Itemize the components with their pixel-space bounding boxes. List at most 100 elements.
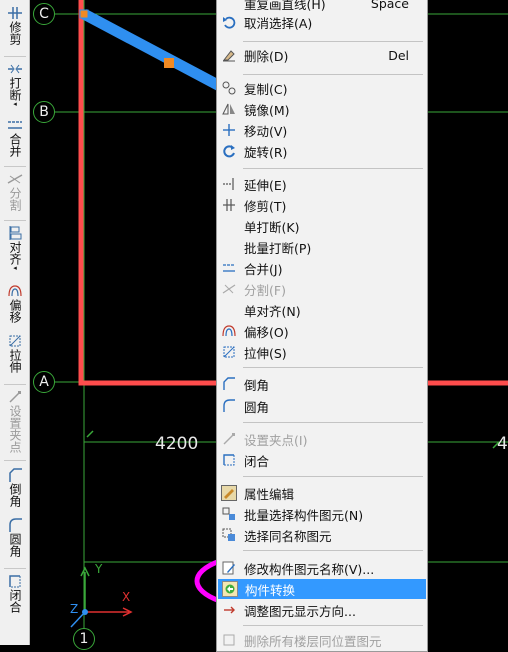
menu-item-offset[interactable]: 偏移(O) — [217, 321, 427, 341]
toolbar-separator — [4, 384, 26, 385]
menu-item-delete[interactable]: 删除(D) Del — [217, 45, 427, 65]
fillet-icon — [9, 518, 22, 532]
trim-icon — [8, 7, 22, 19]
menu-item-rotate[interactable]: 旋转(R) — [217, 141, 427, 161]
stretch-icon — [9, 335, 21, 347]
menu-item-extend[interactable]: 延伸(E) — [217, 174, 427, 194]
menu-item-label: 取消选择(A) — [244, 15, 313, 31]
menu-item-label: 构件转换 — [245, 582, 296, 598]
split-icon — [7, 174, 23, 184]
dimension-text-right: 4 — [497, 434, 508, 454]
menu-item-rename-element[interactable]: 修改构件图元名称(V)... — [217, 558, 427, 578]
toolbar-label: 对齐 — [8, 241, 22, 265]
batch-select-icon — [221, 506, 237, 522]
toolbar-separator — [4, 460, 26, 461]
menu-item-property-edit[interactable]: 属性编辑 — [217, 483, 427, 503]
chamfer-icon — [9, 468, 22, 482]
menu-item-copy[interactable]: 复制(C) — [217, 78, 427, 98]
menu-item-label: 属性编辑 — [244, 486, 295, 502]
menu-item-cancel-selection[interactable]: 取消选择(A) — [217, 12, 427, 32]
delete-all-floors-icon — [221, 632, 237, 648]
merge-icon — [8, 121, 22, 129]
toolbar-split-button[interactable]: 分割 — [0, 172, 30, 211]
menu-item-single-align[interactable]: 单对齐(N) — [217, 300, 427, 320]
menu-separator — [243, 74, 423, 75]
ucs-z-label: Z — [70, 602, 79, 616]
menu-item-adjust-direction[interactable]: 调整图元显示方向... — [217, 600, 427, 620]
selected-beam[interactable] — [81, 9, 234, 97]
close-shape-icon — [9, 575, 21, 588]
menu-item-label: 倒角 — [244, 377, 270, 393]
blank-icon — [221, 218, 237, 234]
toolbar-break-button[interactable]: 打断 ◂ — [0, 62, 30, 108]
menu-item-chamfer[interactable]: 倒角 — [217, 374, 427, 394]
merge-icon — [221, 260, 237, 276]
blank-icon — [221, 302, 237, 318]
menu-item-component-convert[interactable]: 构件转换 — [218, 579, 426, 599]
ucs-x-label: X — [122, 590, 131, 604]
menu-item-batch-break[interactable]: 批量打断(P) — [217, 237, 427, 257]
toolbar-separator — [4, 568, 26, 569]
move-icon — [221, 122, 237, 138]
menu-item-label: 拉伸(S) — [244, 345, 287, 361]
toolbar-merge-button[interactable]: 合并 — [0, 118, 30, 157]
ucs-y-label: Y — [95, 562, 103, 576]
copy-icon — [221, 80, 237, 96]
toolbar-fillet-button[interactable]: 圆角 — [0, 518, 30, 557]
menu-separator — [243, 625, 423, 626]
menu-item-select-same-name[interactable]: 选择同名称图元 — [217, 525, 427, 545]
menu-item-split[interactable]: 分割(F) — [217, 279, 427, 299]
menu-separator — [243, 476, 423, 477]
toolbar-separator — [4, 166, 26, 167]
close-shape-icon — [221, 452, 237, 468]
menu-separator — [243, 168, 423, 169]
menu-item-merge[interactable]: 合并(J) — [217, 258, 427, 278]
beam-grip[interactable] — [164, 58, 174, 68]
toolbar-label: 偏移 — [8, 299, 22, 323]
toolbar-stretch-button[interactable]: 拉伸 — [0, 334, 30, 373]
menu-item-label: 删除所有楼层同位置图元 — [244, 633, 382, 649]
toolbar-label: 合并 — [8, 133, 22, 157]
trim-icon — [221, 197, 237, 213]
menu-item-label: 旋转(R) — [244, 144, 288, 160]
menu-item-fillet[interactable]: 圆角 — [217, 396, 427, 416]
toolbar-separator — [4, 220, 26, 221]
component-convert-icon — [222, 581, 238, 597]
menu-item-trim[interactable]: 修剪(T) — [217, 195, 427, 215]
toolbar-offset-button[interactable]: 偏移 — [0, 284, 30, 323]
toolbar-align-button[interactable]: 对齐 ◂ — [0, 226, 30, 272]
menu-item-set-grip[interactable]: 设置夹点(I) — [217, 429, 427, 449]
select-same-name-icon — [221, 527, 237, 543]
beam-end-grip[interactable] — [79, 9, 89, 19]
menu-item-move[interactable]: 移动(V) — [217, 120, 427, 140]
toolbar-close-shape-button[interactable]: 闭合 — [0, 574, 30, 613]
blank-icon — [221, 0, 237, 11]
rotate-icon — [221, 143, 237, 159]
menu-item-shortcut: Space — [370, 0, 409, 11]
menu-item-label: 单对齐(N) — [244, 303, 301, 319]
menu-item-label: 镜像(M) — [244, 102, 290, 118]
modify-toolbar: 修剪 打断 ◂ 合并 分割 对齐 ◂ 偏移 拉伸 设置夹点 倒角 圆角 闭合 — [0, 0, 30, 645]
toolbar-trim-button[interactable]: 修剪 — [0, 6, 30, 45]
menu-item-close-shape[interactable]: 闭合 — [217, 450, 427, 470]
chamfer-icon — [221, 376, 237, 392]
menu-item-mirror[interactable]: 镜像(M) — [217, 99, 427, 119]
menu-item-batch-select[interactable]: 批量选择构件图元(N) — [217, 504, 427, 524]
mirror-icon — [221, 101, 237, 117]
toolbar-label: 倒角 — [8, 483, 22, 507]
toolbar-chamfer-button[interactable]: 倒角 — [0, 468, 30, 507]
toolbar-label: 打断 — [8, 77, 22, 101]
menu-item-stretch[interactable]: 拉伸(S) — [217, 342, 427, 362]
menu-item-label: 调整图元显示方向... — [244, 603, 356, 619]
toolbar-label: 设置夹点 — [8, 405, 22, 453]
menu-item-single-break[interactable]: 单打断(K) — [217, 216, 427, 236]
context-menu: 重复画直线(H) Space 取消选择(A) 删除(D) Del 复制(C) 镜… — [216, 0, 428, 652]
menu-item-label: 重复画直线(H) — [244, 0, 326, 12]
menu-item-delete-all-floors[interactable]: 删除所有楼层同位置图元 — [217, 630, 427, 650]
extend-icon — [221, 176, 237, 192]
menu-item-label: 批量选择构件图元(N) — [244, 507, 364, 523]
toolbar-set-grip-button[interactable]: 设置夹点 — [0, 390, 30, 453]
eraser-icon — [221, 47, 237, 63]
menu-item-label: 选择同名称图元 — [244, 528, 332, 544]
stretch-icon — [221, 344, 237, 360]
